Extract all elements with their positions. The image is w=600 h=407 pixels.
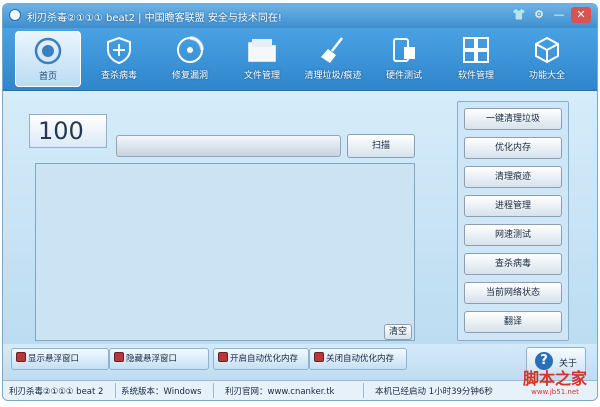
minimize-button[interactable]: — (551, 7, 567, 23)
status-separator (363, 383, 364, 398)
hide-float-window-button[interactable]: 隐藏悬浮窗口 (109, 348, 209, 370)
status-app-version: 利刃杀毒②①①① beat 2 (9, 387, 104, 397)
network-status-button[interactable]: 当前网络状态 (464, 282, 562, 304)
tab-all-functions[interactable]: 功能大全 (514, 31, 580, 87)
virus-scan-icon (107, 36, 131, 65)
status-website[interactable]: 利刃官网：www.cnanker.tk (225, 385, 334, 397)
watermark-title: 脚本之家 (522, 369, 587, 388)
tab-label: 软件管理 (457, 71, 494, 81)
status-separator (115, 383, 116, 398)
broom-icon (321, 37, 343, 63)
option-icon (314, 352, 324, 362)
main-toolbar: 首页 查杀病毒 修复漏洞 文件管理 清理垃圾/痕迹 硬件测试 软件管理 功能大全 (3, 28, 597, 91)
tab-label: 查杀病毒 (100, 71, 137, 81)
main-area: 100 扫描 清空 一键清理垃圾 优化内存 清理痕迹 进程管理 网速测试 查杀病… (3, 91, 597, 344)
option-icon (114, 352, 124, 362)
tab-home[interactable]: 首页 (15, 31, 81, 87)
scan-progress-bar (116, 135, 341, 157)
status-system-version: 系统版本：Windows (121, 387, 202, 397)
scan-button[interactable]: 扫描 (347, 134, 415, 158)
option-icon (16, 352, 26, 362)
tab-software[interactable]: 软件管理 (443, 31, 509, 87)
app-window: 利刃杀毒②①①① beat2 | 中国瞻客联盟 安全与技术同在! 👕 ⚙ — ✕… (2, 3, 598, 401)
cube-icon (535, 36, 559, 64)
tab-label: 首页 (38, 72, 57, 82)
clean-traces-button[interactable]: 清理痕迹 (464, 166, 562, 188)
one-click-clean-button[interactable]: 一键清理垃圾 (464, 108, 562, 130)
tab-hardware[interactable]: 硬件测试 (371, 31, 437, 87)
security-score-box: 100 (29, 114, 107, 148)
tab-file-manager[interactable]: 文件管理 (229, 31, 295, 87)
watermark-url: www.jb51.net (531, 388, 579, 396)
grid-apps-icon (463, 37, 489, 63)
show-float-window-button[interactable]: 显示悬浮窗口 (11, 348, 109, 370)
home-shield-icon (34, 37, 62, 65)
tab-patch[interactable]: 修复漏洞 (157, 31, 223, 87)
hardware-icon (393, 38, 415, 62)
tab-clean[interactable]: 清理垃圾/痕迹 (300, 31, 366, 87)
tab-label: 文件管理 (243, 71, 280, 81)
status-bar: 利刃杀毒②①①① beat 2 系统版本：Windows 利刃官网：www.cn… (3, 380, 597, 400)
quick-actions-panel: 一键清理垃圾 优化内存 清理痕迹 进程管理 网速测试 查杀病毒 当前网络状态 翻… (457, 101, 569, 341)
window-controls: 👕 ⚙ — ✕ (511, 7, 591, 23)
clear-button[interactable]: 清空 (384, 324, 412, 340)
tab-virus-scan[interactable]: 查杀病毒 (86, 31, 152, 87)
patch-disc-icon (177, 36, 204, 63)
tab-label: 功能大全 (528, 71, 565, 81)
translate-button[interactable]: 翻译 (464, 311, 562, 333)
status-uptime: 本机已经启动 1小时39分钟6秒 (375, 387, 493, 397)
optimize-memory-button[interactable]: 优化内存 (464, 137, 562, 159)
tab-label: 清理垃圾/痕迹 (304, 71, 362, 81)
disable-auto-optimize-button[interactable]: 关闭自动优化内存 (309, 348, 407, 370)
scan-log-area[interactable] (35, 163, 415, 341)
window-title: 利刃杀毒②①①① beat2 | 中国瞻客联盟 安全与技术同在! (27, 13, 282, 24)
security-score: 100 (38, 117, 84, 145)
option-icon (218, 352, 228, 362)
title-bar[interactable]: 利刃杀毒②①①① beat2 | 中国瞻客联盟 安全与技术同在! 👕 ⚙ — ✕ (3, 4, 597, 28)
process-manager-button[interactable]: 进程管理 (464, 195, 562, 217)
app-logo-icon (9, 9, 21, 21)
folder-icon (248, 39, 276, 62)
skin-icon[interactable]: 👕 (511, 7, 527, 23)
tab-label: 修复漏洞 (171, 71, 208, 81)
virus-scan-button[interactable]: 查杀病毒 (464, 253, 562, 275)
tab-label: 硬件测试 (385, 71, 422, 81)
options-bar: 显示悬浮窗口 隐藏悬浮窗口 开启自动优化内存 关闭自动优化内存 ? 关于 (3, 344, 597, 380)
speed-test-button[interactable]: 网速测试 (464, 224, 562, 246)
enable-auto-optimize-button[interactable]: 开启自动优化内存 (213, 348, 309, 370)
status-separator (213, 383, 214, 398)
settings-icon[interactable]: ⚙ (531, 7, 547, 23)
site-watermark: 脚本之家 www.jb51.net (512, 365, 598, 396)
close-button[interactable]: ✕ (571, 7, 591, 23)
